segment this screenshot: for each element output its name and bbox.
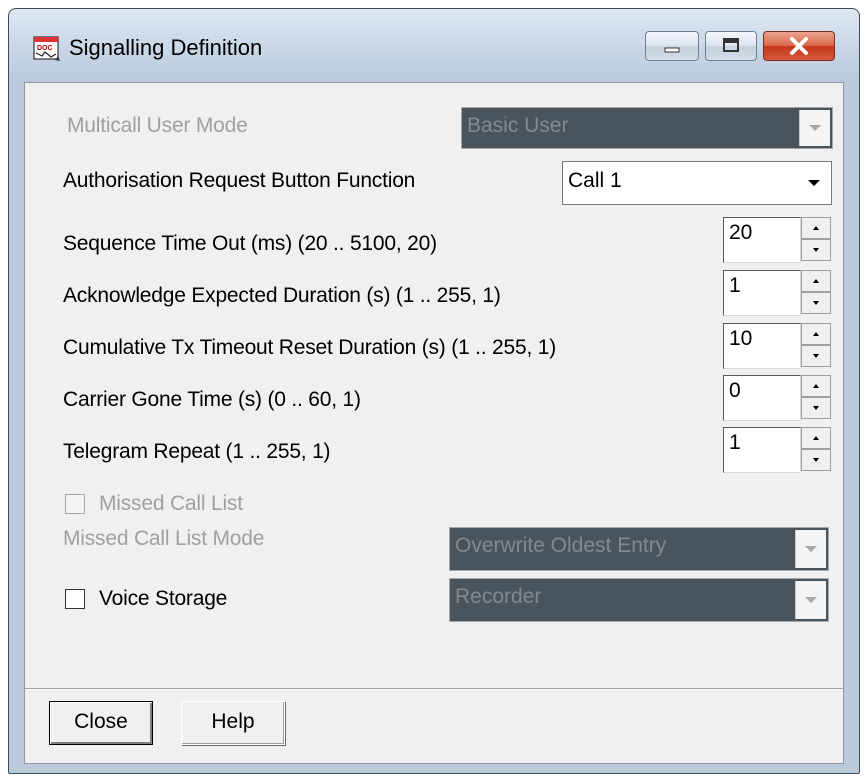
chevron-down-icon: [809, 125, 821, 131]
arrow-down-icon: [813, 248, 819, 252]
close-window-button[interactable]: [763, 31, 835, 61]
minimize-button[interactable]: [645, 31, 699, 61]
auth-request-label: Authorisation Request Button Function: [63, 169, 416, 192]
missed-call-list-mode-select[interactable]: Overwrite Oldest Entry: [449, 527, 829, 571]
ack-duration-label: Acknowledge Expected Duration (s) (1 .. …: [63, 284, 501, 307]
dropdown-button[interactable]: [799, 164, 829, 202]
cumulative-tx-timeout-input[interactable]: 10: [723, 323, 801, 369]
arrow-up-icon: [813, 436, 819, 440]
arrow-up-icon: [813, 332, 819, 336]
auth-request-value: Call 1: [568, 169, 622, 192]
svg-text:DOC: DOC: [37, 45, 53, 52]
arrow-up-icon: [813, 279, 819, 283]
missed-call-list-checkbox[interactable]: [65, 494, 85, 514]
voice-storage-mode-value: Recorder: [455, 585, 542, 608]
arrow-down-icon: [813, 406, 819, 410]
telegram-repeat-input[interactable]: 1: [723, 427, 801, 473]
multicall-user-mode-select[interactable]: Basic User: [461, 107, 833, 149]
telegram-repeat-down-button[interactable]: [801, 449, 831, 471]
ack-duration-down-button[interactable]: [801, 292, 831, 314]
carrier-gone-time-up-button[interactable]: [801, 375, 831, 397]
multicall-user-mode-value: Basic User: [467, 114, 569, 137]
minimize-icon: [664, 47, 680, 53]
dropdown-button[interactable]: [799, 110, 830, 146]
sequence-timeout-up-button[interactable]: [801, 217, 831, 239]
dialog-client-area: Multicall User Mode Basic User Authorisa…: [24, 82, 844, 764]
maximize-icon: [723, 38, 739, 52]
button-bar-divider: [25, 688, 843, 690]
auth-request-select[interactable]: Call 1: [562, 161, 832, 205]
arrow-up-icon: [813, 384, 819, 388]
carrier-gone-time-input[interactable]: 0: [723, 375, 801, 421]
arrow-down-icon: [813, 458, 819, 462]
title-bar[interactable]: DOC Signalling Definition: [9, 9, 859, 81]
doc-window-icon: DOC: [33, 36, 60, 61]
missed-call-list-mode-value: Overwrite Oldest Entry: [455, 534, 667, 557]
dropdown-button[interactable]: [795, 581, 826, 619]
window-title: Signalling Definition: [69, 35, 263, 60]
dropdown-button[interactable]: [795, 530, 826, 568]
chevron-down-icon: [805, 597, 817, 603]
help-button[interactable]: Help: [181, 701, 285, 745]
arrow-down-icon: [813, 354, 819, 358]
missed-call-list-mode-label: Missed Call List Mode: [63, 527, 265, 550]
close-button[interactable]: Close: [49, 701, 153, 745]
chevron-down-icon: [805, 546, 817, 552]
dialog-window: DOC Signalling Definition Multicall User…: [8, 8, 860, 774]
sequence-timeout-input[interactable]: 20: [723, 217, 801, 263]
ack-duration-up-button[interactable]: [801, 270, 831, 292]
carrier-gone-time-label: Carrier Gone Time (s) (0 .. 60, 1): [63, 388, 361, 411]
arrow-down-icon: [813, 301, 819, 305]
missed-call-list-label: Missed Call List: [99, 492, 243, 515]
voice-storage-mode-select[interactable]: Recorder: [449, 578, 829, 622]
maximize-button[interactable]: [705, 31, 757, 61]
arrow-up-icon: [813, 226, 819, 230]
voice-storage-checkbox[interactable]: [65, 589, 85, 609]
voice-storage-label: Voice Storage: [99, 587, 228, 610]
cumulative-tx-timeout-up-button[interactable]: [801, 323, 831, 345]
carrier-gone-time-down-button[interactable]: [801, 397, 831, 419]
telegram-repeat-label: Telegram Repeat (1 .. 255, 1): [63, 440, 331, 463]
sequence-timeout-down-button[interactable]: [801, 239, 831, 261]
multicall-user-mode-label: Multicall User Mode: [67, 114, 248, 137]
cumulative-tx-timeout-label: Cumulative Tx Timeout Reset Duration (s)…: [63, 336, 557, 359]
telegram-repeat-up-button[interactable]: [801, 427, 831, 449]
sequence-timeout-label: Sequence Time Out (ms) (20 .. 5100, 20): [63, 232, 437, 255]
cumulative-tx-timeout-down-button[interactable]: [801, 345, 831, 367]
close-icon: [790, 37, 808, 55]
chevron-down-icon: [808, 180, 820, 186]
ack-duration-input[interactable]: 1: [723, 270, 801, 316]
